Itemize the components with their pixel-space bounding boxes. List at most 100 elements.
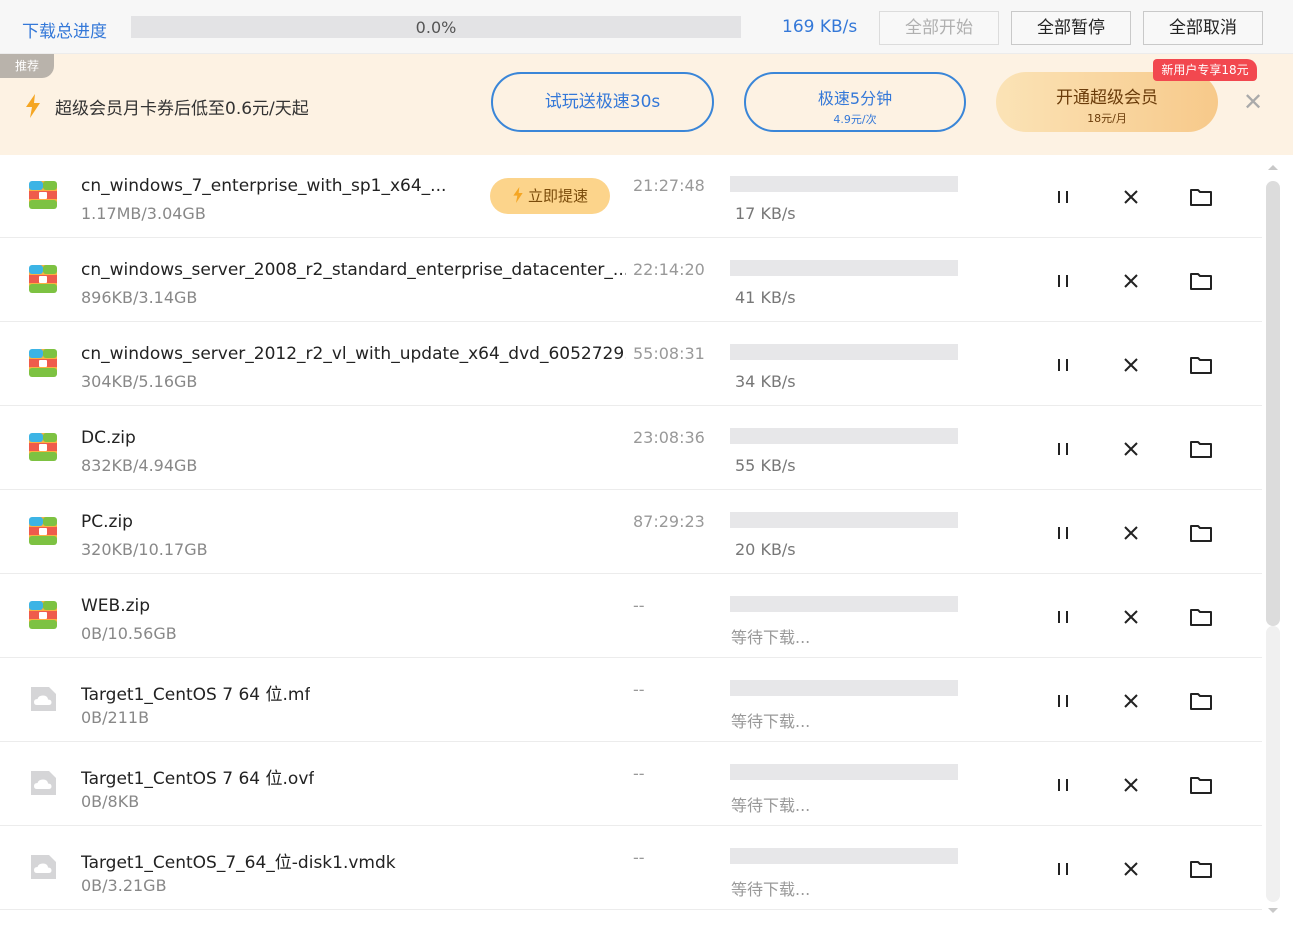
archive-icon: [28, 348, 58, 378]
download-row[interactable]: Target1_CentOS 7 64 位.ovf 0B/8KB -- 等待下载...: [0, 742, 1262, 826]
file-size: 0B/211B: [81, 708, 150, 727]
folder-icon[interactable]: [1187, 435, 1215, 463]
file-name: PC.zip: [81, 512, 133, 532]
file-name: cn_windows_7_enterprise_with_sp1_x64_...: [81, 176, 447, 196]
remaining-time: 23:08:36: [633, 428, 705, 447]
pause-all-button[interactable]: 全部暂停: [1011, 11, 1131, 45]
total-progress-title: 下载总进度: [22, 22, 107, 42]
file-name: Target1_CentOS_7_64_位-disk1.vmdk: [81, 853, 396, 873]
file-size: 320KB/10.17GB: [81, 540, 208, 559]
remaining-time: --: [633, 764, 645, 783]
folder-icon[interactable]: [1187, 855, 1215, 883]
pause-icon[interactable]: [1049, 519, 1077, 547]
file-progress-bar: [730, 428, 958, 444]
scroll-up-arrow-icon[interactable]: [1266, 162, 1280, 172]
file-size: 304KB/5.16GB: [81, 372, 198, 391]
download-row[interactable]: cn_windows_server_2012_r2_vl_with_update…: [0, 322, 1262, 406]
download-row[interactable]: DC.zip 832KB/4.94GB 23:08:36 55 KB/s: [0, 406, 1262, 490]
file-name: DC.zip: [81, 428, 136, 448]
close-icon[interactable]: [1117, 435, 1145, 463]
total-progress-label: 0.0%: [415, 18, 457, 37]
scrollbar-thumb[interactable]: [1266, 181, 1280, 626]
start-all-button[interactable]: 全部开始: [879, 11, 999, 45]
recommend-tag: 推荐: [0, 54, 54, 78]
folder-icon[interactable]: [1187, 267, 1215, 295]
pause-icon[interactable]: [1049, 351, 1077, 379]
speed-5min-button[interactable]: 极速5分钟 4.9元/次: [744, 72, 966, 132]
close-icon[interactable]: [1117, 771, 1145, 799]
remaining-time: 22:14:20: [633, 260, 705, 279]
folder-icon[interactable]: [1187, 183, 1215, 211]
download-row[interactable]: Target1_CentOS 7 64 位.mf 0B/211B -- 等待下载...: [0, 658, 1262, 742]
cloud-file-icon: [28, 684, 58, 714]
promo-banner: 推荐 超级会员月卡券后低至0.6元/天起 试玩送极速30s 极速5分钟 4.9元…: [0, 54, 1293, 155]
close-icon[interactable]: [1117, 687, 1145, 715]
scroll-down-arrow-icon[interactable]: [1266, 906, 1280, 916]
new-user-badge: 新用户专享18元: [1153, 59, 1257, 81]
remaining-time: --: [633, 680, 645, 699]
file-size: 1.17MB/3.04GB: [81, 204, 206, 223]
remaining-time: 55:08:31: [633, 344, 705, 363]
folder-icon[interactable]: [1187, 687, 1215, 715]
file-progress-bar: [730, 512, 958, 528]
scrollbar-track[interactable]: [1266, 626, 1280, 902]
close-icon[interactable]: [1117, 183, 1145, 211]
folder-icon[interactable]: [1187, 519, 1215, 547]
lightning-icon: [26, 94, 40, 118]
download-row[interactable]: cn_windows_7_enterprise_with_sp1_x64_...…: [0, 154, 1262, 238]
file-progress-bar: [730, 344, 958, 360]
folder-icon[interactable]: [1187, 351, 1215, 379]
pause-icon[interactable]: [1049, 603, 1077, 631]
promo-text: 超级会员月卡券后低至0.6元/天起: [55, 99, 309, 119]
folder-icon[interactable]: [1187, 603, 1215, 631]
file-size: 832KB/4.94GB: [81, 456, 198, 475]
download-row[interactable]: WEB.zip 0B/10.56GB -- 等待下载...: [0, 574, 1262, 658]
download-toolbar: 下载总进度 0.0% 169 KB/s 全部开始 全部暂停 全部取消: [0, 0, 1293, 54]
pause-icon[interactable]: [1049, 267, 1077, 295]
file-name: cn_windows_server_2012_r2_vl_with_update…: [81, 344, 626, 364]
download-row[interactable]: cn_windows_server_2008_r2_standard_enter…: [0, 238, 1262, 322]
download-row[interactable]: PC.zip 320KB/10.17GB 87:29:23 20 KB/s: [0, 490, 1262, 574]
pause-icon[interactable]: [1049, 183, 1077, 211]
file-name: Target1_CentOS 7 64 位.ovf: [81, 769, 315, 789]
file-progress-bar: [730, 764, 958, 780]
file-progress-bar: [730, 680, 958, 696]
download-status: 等待下载...: [731, 796, 811, 815]
file-progress-bar: [730, 848, 958, 864]
download-status: 等待下载...: [731, 880, 811, 899]
boost-label: 立即提速: [527, 187, 588, 205]
file-name: Target1_CentOS 7 64 位.mf: [81, 685, 311, 705]
total-progress-bar: 0.0%: [131, 16, 741, 38]
pause-icon[interactable]: [1049, 687, 1077, 715]
close-icon[interactable]: [1117, 267, 1145, 295]
close-icon[interactable]: [1117, 519, 1145, 547]
pause-icon[interactable]: [1049, 435, 1077, 463]
cancel-all-button[interactable]: 全部取消: [1143, 11, 1263, 45]
file-progress-bar: [730, 596, 958, 612]
close-icon[interactable]: [1117, 603, 1145, 631]
open-vip-label: 开通超级会员: [1056, 88, 1158, 108]
open-vip-button[interactable]: 开通超级会员 18元/月: [996, 72, 1218, 132]
file-size: 0B/3.21GB: [81, 876, 167, 895]
pause-icon[interactable]: [1049, 771, 1077, 799]
remaining-time: 87:29:23: [633, 512, 705, 531]
download-status: 等待下载...: [731, 628, 811, 647]
close-banner-icon[interactable]: ✕: [1243, 89, 1263, 115]
remaining-time: --: [633, 848, 645, 867]
file-size: 0B/8KB: [81, 792, 140, 811]
trial-speed-button[interactable]: 试玩送极速30s: [491, 72, 714, 132]
download-row[interactable]: Target1_CentOS_7_64_位-disk1.vmdk 0B/3.21G…: [0, 826, 1262, 910]
archive-icon: [28, 516, 58, 546]
close-icon[interactable]: [1117, 351, 1145, 379]
download-list: cn_windows_7_enterprise_with_sp1_x64_...…: [0, 154, 1262, 914]
close-icon[interactable]: [1117, 855, 1145, 883]
cloud-file-icon: [28, 768, 58, 798]
pause-icon[interactable]: [1049, 855, 1077, 883]
file-name: WEB.zip: [81, 596, 151, 616]
file-size: 0B/10.56GB: [81, 624, 177, 643]
download-status: 34 KB/s: [735, 372, 796, 391]
boost-button[interactable]: 立即提速: [490, 178, 610, 214]
archive-icon: [28, 264, 58, 294]
folder-icon[interactable]: [1187, 771, 1215, 799]
file-progress-bar: [730, 260, 958, 276]
